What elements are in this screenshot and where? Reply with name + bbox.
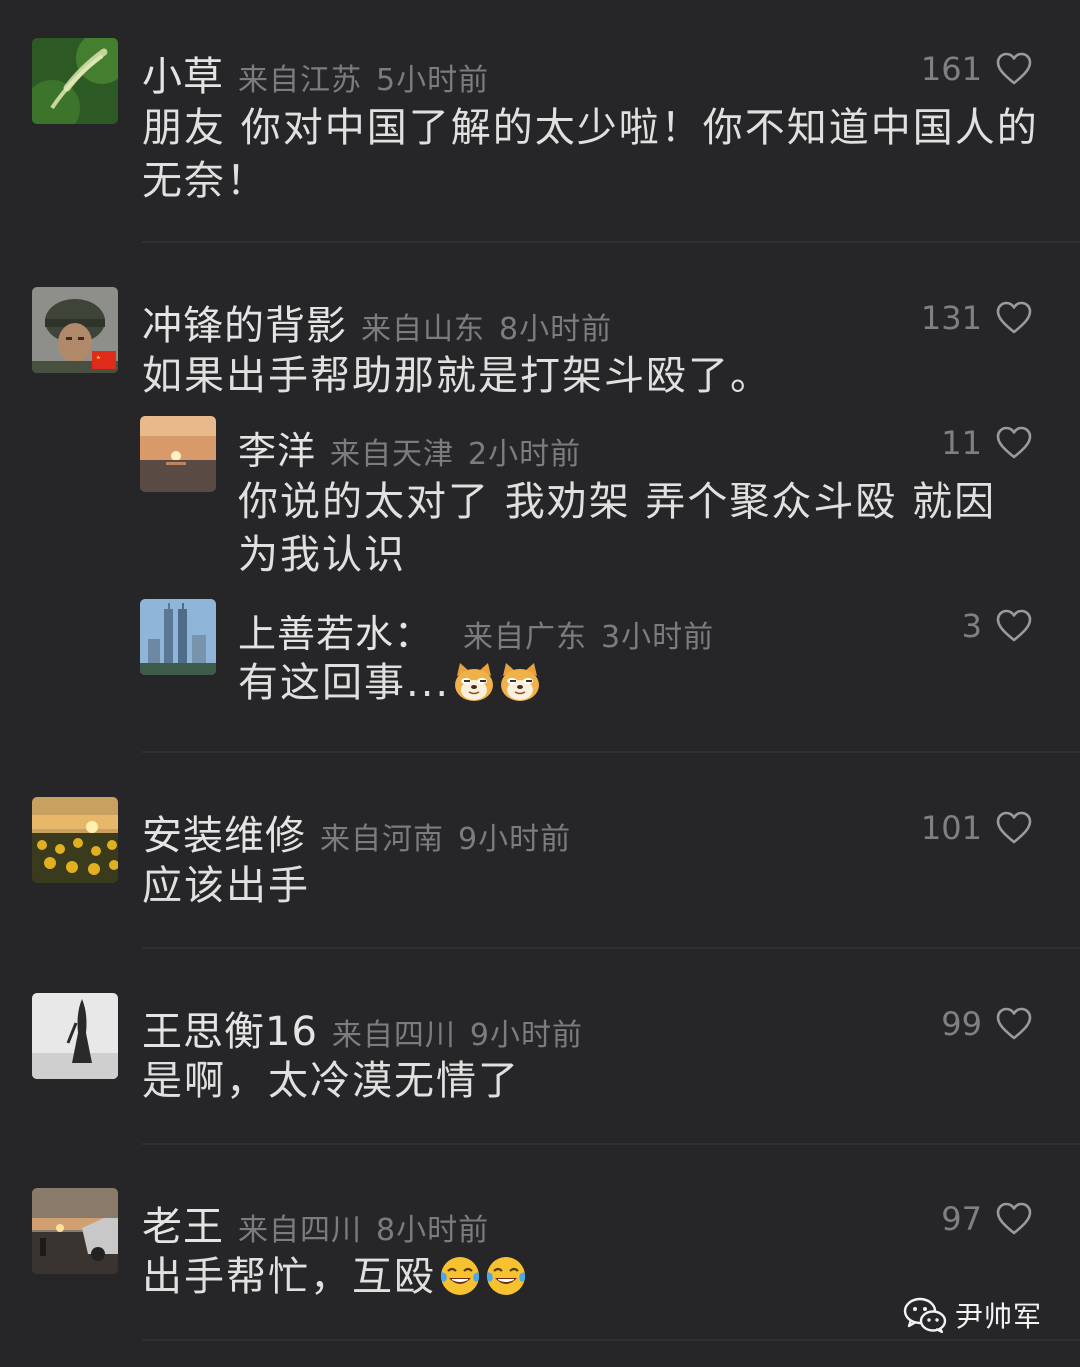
timestamp: 9小时前	[458, 822, 572, 857]
like-button[interactable]: 101	[921, 809, 1032, 847]
heart-icon[interactable]	[996, 426, 1032, 460]
username[interactable]: 小草	[142, 44, 224, 102]
sunset-sea-avatar[interactable]	[140, 416, 216, 492]
timestamp: 5小时前	[376, 63, 490, 98]
reply-meta: 上善若水： 来自广东 3小时前	[238, 603, 714, 658]
like-count: 161	[920, 50, 982, 88]
divider	[142, 947, 1080, 949]
grass-avatar[interactable]	[32, 38, 118, 124]
doge-emoji	[452, 660, 496, 704]
divider	[142, 1143, 1080, 1145]
reply-text: 有这回事...	[238, 657, 1038, 710]
divider	[142, 751, 1080, 753]
timestamp: 8小时前	[376, 1213, 490, 1248]
laugh-cry-emoji	[438, 1254, 482, 1298]
comment-text: 朋友 你对中国了解的太少啦！你不知道中国人的无奈！	[142, 105, 1039, 204]
reply-text: 你说的太对了 我劝架 弄个聚众斗殴 就因为我认识	[238, 479, 997, 578]
comment-text: 如果出手帮助那就是打架斗殴了。	[142, 353, 772, 399]
laugh-cry-emoji	[484, 1254, 528, 1298]
username[interactable]: 上善若水：	[238, 603, 433, 658]
location: 来自四川	[238, 1213, 362, 1248]
like-count: 97	[941, 1200, 982, 1238]
comment-meta: 老王 来自四川 8小时前	[142, 1194, 489, 1252]
timestamp: 3小时前	[601, 620, 715, 655]
username[interactable]: 李洋	[238, 420, 316, 475]
comment-text: 应该出手	[142, 863, 310, 909]
reply-meta: 李洋 来自天津 2小时前	[238, 420, 581, 475]
timestamp: 2小时前	[468, 437, 582, 472]
like-button[interactable]: 11	[941, 424, 1032, 462]
comment-text: 是啊，太冷漠无情了	[142, 1058, 520, 1104]
comment-meta: 冲锋的背影 来自山东 8小时前	[142, 293, 612, 351]
like-button[interactable]: 99	[941, 1005, 1032, 1043]
sunflower-field-avatar[interactable]	[32, 797, 118, 883]
like-button[interactable]: 97	[941, 1200, 1032, 1238]
username[interactable]: 王思衡16	[142, 999, 318, 1057]
location: 来自江苏	[238, 63, 362, 98]
location: 来自四川	[331, 1018, 456, 1053]
wechat-icon	[903, 1297, 947, 1334]
watermark-text: 尹帅军	[954, 1300, 1042, 1333]
heart-icon[interactable]	[996, 1202, 1032, 1236]
username[interactable]: 老王	[142, 1194, 224, 1252]
like-count: 101	[920, 809, 982, 847]
username[interactable]: 安装维修	[142, 803, 306, 861]
timestamp: 9小时前	[469, 1018, 583, 1053]
divider	[142, 1339, 1080, 1341]
woman-silhouette-avatar[interactable]	[32, 993, 118, 1079]
comment-meta: 安装维修 来自河南 9小时前	[142, 803, 571, 861]
heart-icon[interactable]	[996, 1007, 1032, 1041]
like-count: 11	[941, 424, 982, 462]
comment-list: 小草 来自江苏 5小时前 161 朋友 你对中国了解的太少啦！你不知道中国人的无…	[0, 0, 1080, 1367]
doge-emoji	[498, 660, 542, 704]
reply-text-content: 有这回事...	[238, 660, 451, 706]
heart-icon[interactable]	[996, 301, 1032, 335]
like-count: 99	[941, 1005, 982, 1043]
like-button[interactable]: 131	[921, 299, 1032, 337]
watermark: 尹帅军	[903, 1295, 1042, 1335]
like-count: 3	[961, 607, 982, 645]
location: 来自广东	[463, 620, 588, 655]
city-towers-avatar[interactable]	[140, 599, 216, 675]
location: 来自河南	[320, 822, 444, 857]
car-sunset-avatar[interactable]	[32, 1188, 118, 1274]
like-button[interactable]: 161	[921, 50, 1032, 88]
soldier-avatar[interactable]	[32, 287, 118, 373]
like-count: 131	[920, 299, 982, 337]
comment-text-content: 出手帮忙，互殴	[142, 1254, 436, 1300]
heart-icon[interactable]	[996, 609, 1032, 643]
heart-icon[interactable]	[996, 811, 1032, 845]
username[interactable]: 冲锋的背影	[142, 293, 347, 351]
location: 来自山东	[361, 312, 485, 347]
timestamp: 8小时前	[499, 312, 613, 347]
divider	[142, 241, 1080, 243]
comment-meta: 王思衡16 来自四川 9小时前	[142, 999, 583, 1057]
heart-icon[interactable]	[996, 52, 1032, 86]
like-button[interactable]: 3	[962, 607, 1032, 645]
comment-meta: 小草 来自江苏 5小时前	[142, 44, 489, 102]
location: 来自天津	[330, 437, 455, 472]
